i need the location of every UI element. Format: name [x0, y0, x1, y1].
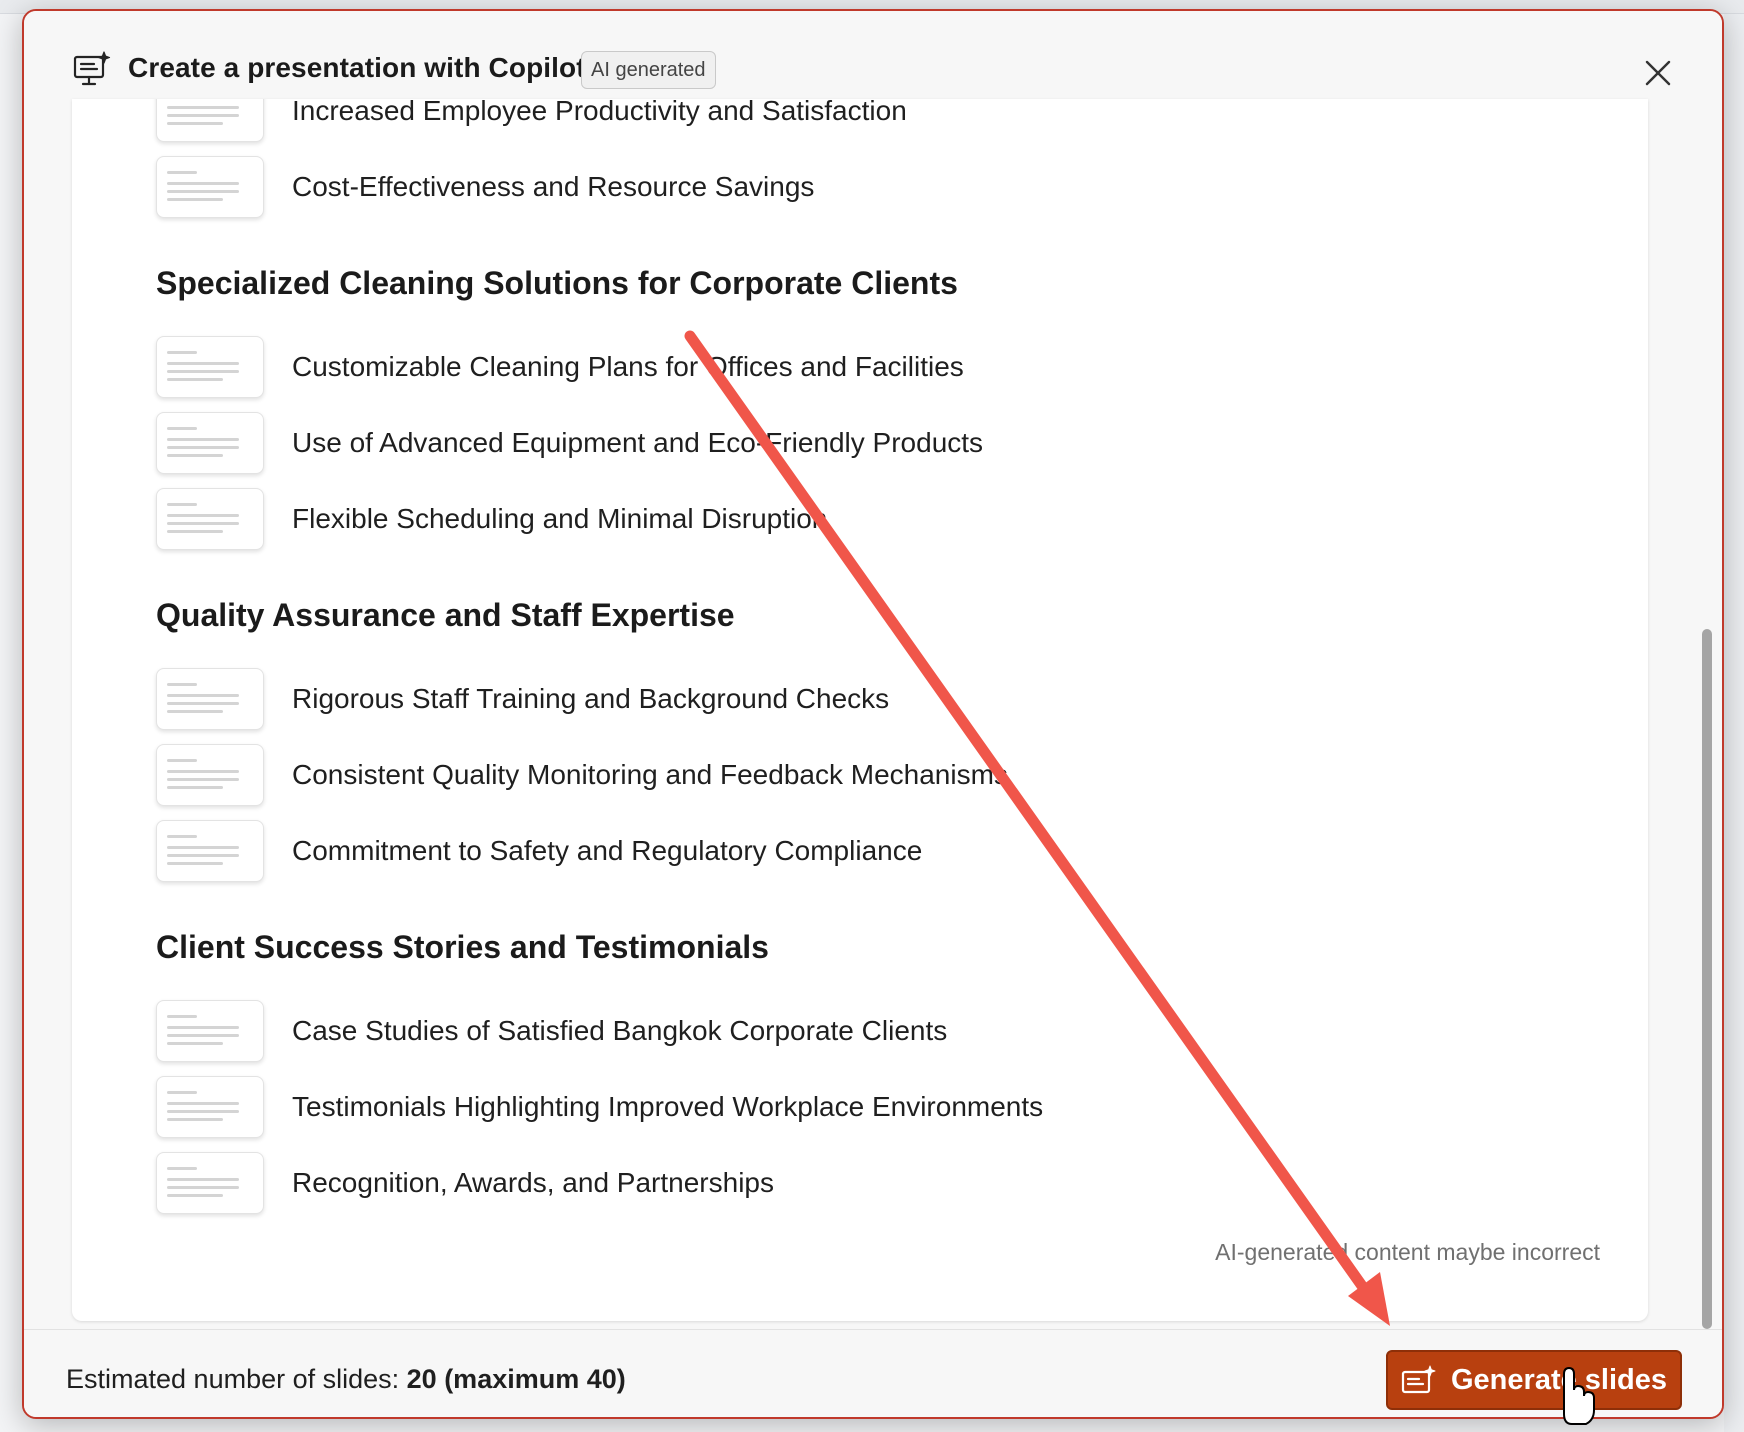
- slide-title: Recognition, Awards, and Partnerships: [292, 1167, 774, 1198]
- slide-outline-item[interactable]: Increased Employee Productivity and Sati…: [156, 99, 1556, 143]
- slide-thumbnail: [156, 820, 264, 882]
- close-icon: [1645, 60, 1671, 86]
- slide-thumbnail: [156, 99, 264, 142]
- close-button[interactable]: [1638, 53, 1678, 93]
- generate-slides-label: Generate slides: [1451, 1363, 1667, 1396]
- slide-thumbnail: [156, 1076, 264, 1138]
- generate-slides-button[interactable]: Generate slides: [1386, 1350, 1682, 1410]
- slide-thumbnail: [156, 1152, 264, 1214]
- slide-title: Consistent Quality Monitoring and Feedba…: [292, 759, 1008, 790]
- slide-title: Flexible Scheduling and Minimal Disrupti…: [292, 503, 828, 534]
- slide-thumbnail: [156, 744, 264, 806]
- slide-thumbnail: [156, 336, 264, 398]
- dialog-footer: Estimated number of slides: 20 (maximum …: [24, 1329, 1722, 1417]
- ai-disclaimer: AI-generated content maybe incorrect: [1215, 1239, 1600, 1265]
- section-heading: Specialized Cleaning Solutions for Corpo…: [156, 265, 958, 301]
- slide-outline-item[interactable]: Case Studies of Satisfied Bangkok Corpor…: [156, 999, 1556, 1063]
- slide-estimate: Estimated number of slides: 20 (maximum …: [66, 1364, 626, 1395]
- slide-title: Use of Advanced Equipment and Eco-Friend…: [292, 427, 984, 458]
- scrollbar-thumb[interactable]: [1702, 629, 1712, 1329]
- estimate-value: 20 (maximum 40): [406, 1364, 626, 1394]
- outline-card[interactable]: Increased Employee Productivity and Sati…: [72, 99, 1648, 1321]
- slide-title: Case Studies of Satisfied Bangkok Corpor…: [292, 1015, 948, 1046]
- slide-outline-item[interactable]: Recognition, Awards, and Partnerships: [156, 1151, 1556, 1215]
- slide-thumbnail: [156, 668, 264, 730]
- slide-outline-item[interactable]: Testimonials Highlighting Improved Workp…: [156, 1075, 1556, 1139]
- ai-generated-badge: AI generated: [581, 51, 716, 89]
- slide-title: Cost-Effectiveness and Resource Savings: [292, 171, 815, 202]
- presentation-sparkle-icon: [72, 49, 112, 89]
- slide-outline-item[interactable]: Rigorous Staff Training and Background C…: [156, 667, 1556, 731]
- slide-outline-item[interactable]: Cost-Effectiveness and Resource Savings: [156, 155, 1556, 219]
- slide-title: Commitment to Safety and Regulatory Comp…: [292, 835, 923, 866]
- slide-title: Testimonials Highlighting Improved Workp…: [292, 1091, 1044, 1122]
- slide-title: Increased Employee Productivity and Sati…: [292, 99, 907, 126]
- slide-outline-item[interactable]: Commitment to Safety and Regulatory Comp…: [156, 819, 1556, 883]
- slide-thumbnail: [156, 156, 264, 218]
- slide-outline-item[interactable]: Customizable Cleaning Plans for Offices …: [156, 335, 1556, 399]
- slide-outline-item[interactable]: Use of Advanced Equipment and Eco-Friend…: [156, 411, 1556, 475]
- slide-outline-item[interactable]: Consistent Quality Monitoring and Feedba…: [156, 743, 1556, 807]
- slide-thumbnail: [156, 488, 264, 550]
- slide-title: Rigorous Staff Training and Background C…: [292, 683, 890, 714]
- slide-title: Customizable Cleaning Plans for Offices …: [292, 351, 964, 382]
- slide-thumbnail: [156, 412, 264, 474]
- slide-outline-item[interactable]: Flexible Scheduling and Minimal Disrupti…: [156, 487, 1556, 551]
- dialog-title: Create a presentation with Copilot: [128, 52, 586, 83]
- side-strip: [1724, 14, 1744, 1432]
- slides-sparkle-icon: [1401, 1365, 1436, 1394]
- dialog-header: Create a presentation with Copilot AI ge…: [24, 11, 1722, 103]
- estimate-label: Estimated number of slides:: [66, 1364, 407, 1394]
- section-heading: Quality Assurance and Staff Expertise: [156, 597, 735, 633]
- copilot-dialog: Create a presentation with Copilot AI ge…: [22, 9, 1724, 1419]
- slide-thumbnail: [156, 1000, 264, 1062]
- section-heading: Client Success Stories and Testimonials: [156, 929, 769, 965]
